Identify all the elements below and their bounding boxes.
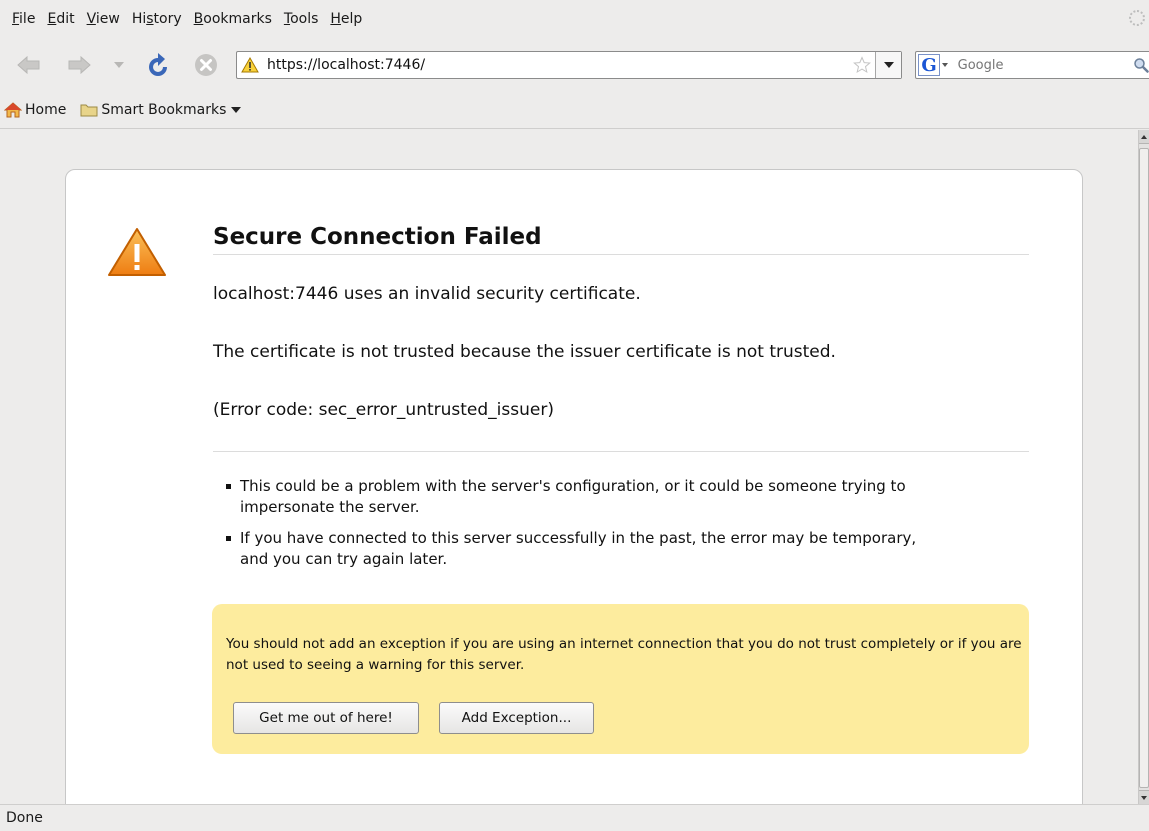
google-icon: G [918, 54, 940, 76]
throbber-icon [1129, 10, 1145, 26]
star-icon [853, 56, 871, 74]
menu-edit[interactable]: Edit [41, 11, 80, 27]
stop-button[interactable] [192, 51, 220, 79]
get-me-out-button[interactable]: Get me out of here! [233, 702, 419, 734]
error-long-description: The certificate is not trusted because t… [213, 342, 836, 362]
warning-icon [241, 57, 259, 73]
forward-arrow-icon [68, 56, 91, 74]
status-bar: Done [0, 804, 1149, 831]
search-icon [1134, 58, 1149, 73]
list-item: If you have connected to this server suc… [226, 528, 946, 570]
search-go-button[interactable] [1128, 52, 1149, 78]
url-bar[interactable]: https://localhost:7446/ [236, 51, 902, 79]
scroll-down-button[interactable] [1139, 790, 1149, 804]
bookmark-smart-bookmarks[interactable]: Smart Bookmarks [80, 102, 247, 118]
list-item: This could be a problem with the server'… [226, 476, 946, 518]
chevron-down-icon [114, 62, 124, 68]
scroll-up-button[interactable] [1139, 130, 1149, 144]
menu-tools[interactable]: Tools [278, 11, 325, 27]
history-dropdown[interactable] [112, 55, 126, 75]
error-short-description: localhost:7446 uses an invalid security … [213, 284, 641, 304]
stop-icon [195, 54, 217, 76]
vertical-scrollbar[interactable] [1138, 130, 1149, 804]
error-page-container: Secure Connection Failed localhost:7446 … [65, 169, 1083, 804]
scrollbar-thumb[interactable] [1139, 148, 1149, 788]
menu-history[interactable]: History [126, 11, 188, 27]
url-warning[interactable] [237, 52, 263, 78]
menu-bookmarks[interactable]: Bookmarks [188, 11, 278, 27]
menu-bar: File Edit View History Bookmarks Tools H… [0, 0, 1149, 38]
bookmark-label: Smart Bookmarks [101, 102, 227, 118]
page-content: Secure Connection Failed localhost:7446 … [8, 130, 1138, 804]
exception-panel: You should not add an exception if you a… [212, 604, 1029, 754]
bookmark-label: Home [25, 102, 67, 118]
menu-view[interactable]: View [81, 11, 126, 27]
navigation-toolbar: https://localhost:7446/ G [0, 38, 1149, 92]
error-code: (Error code: sec_error_untrusted_issuer) [213, 400, 554, 420]
chevron-down-icon [231, 107, 242, 113]
search-bar: G [915, 51, 1149, 79]
bookmark-star-button[interactable] [849, 52, 875, 78]
reload-button[interactable] [144, 51, 172, 79]
divider [213, 451, 1029, 452]
home-icon [4, 102, 22, 118]
chevron-down-icon [942, 63, 948, 67]
chevron-down-icon [883, 62, 894, 68]
status-text: Done [6, 810, 43, 826]
reload-icon [149, 53, 167, 76]
error-title: Secure Connection Failed [213, 224, 1029, 255]
error-bullet-list: This could be a problem with the server'… [226, 476, 946, 580]
warning-icon [108, 228, 166, 276]
search-input[interactable] [955, 53, 1128, 77]
search-engine-button[interactable]: G [916, 52, 956, 78]
exception-warning-text: You should not add an exception if you a… [226, 636, 1022, 673]
menu-help[interactable]: Help [324, 11, 368, 27]
bookmarks-toolbar: Home Smart Bookmarks [0, 92, 1149, 129]
folder-icon [80, 104, 98, 117]
forward-button[interactable] [64, 53, 94, 77]
bookmark-home[interactable]: Home [4, 102, 72, 118]
back-arrow-icon [17, 56, 40, 74]
url-history-dropdown[interactable] [875, 52, 901, 78]
menu-file[interactable]: File [6, 11, 41, 27]
add-exception-button[interactable]: Add Exception... [439, 702, 594, 734]
back-button[interactable] [14, 53, 44, 77]
url-input[interactable]: https://localhost:7446/ [263, 57, 849, 73]
